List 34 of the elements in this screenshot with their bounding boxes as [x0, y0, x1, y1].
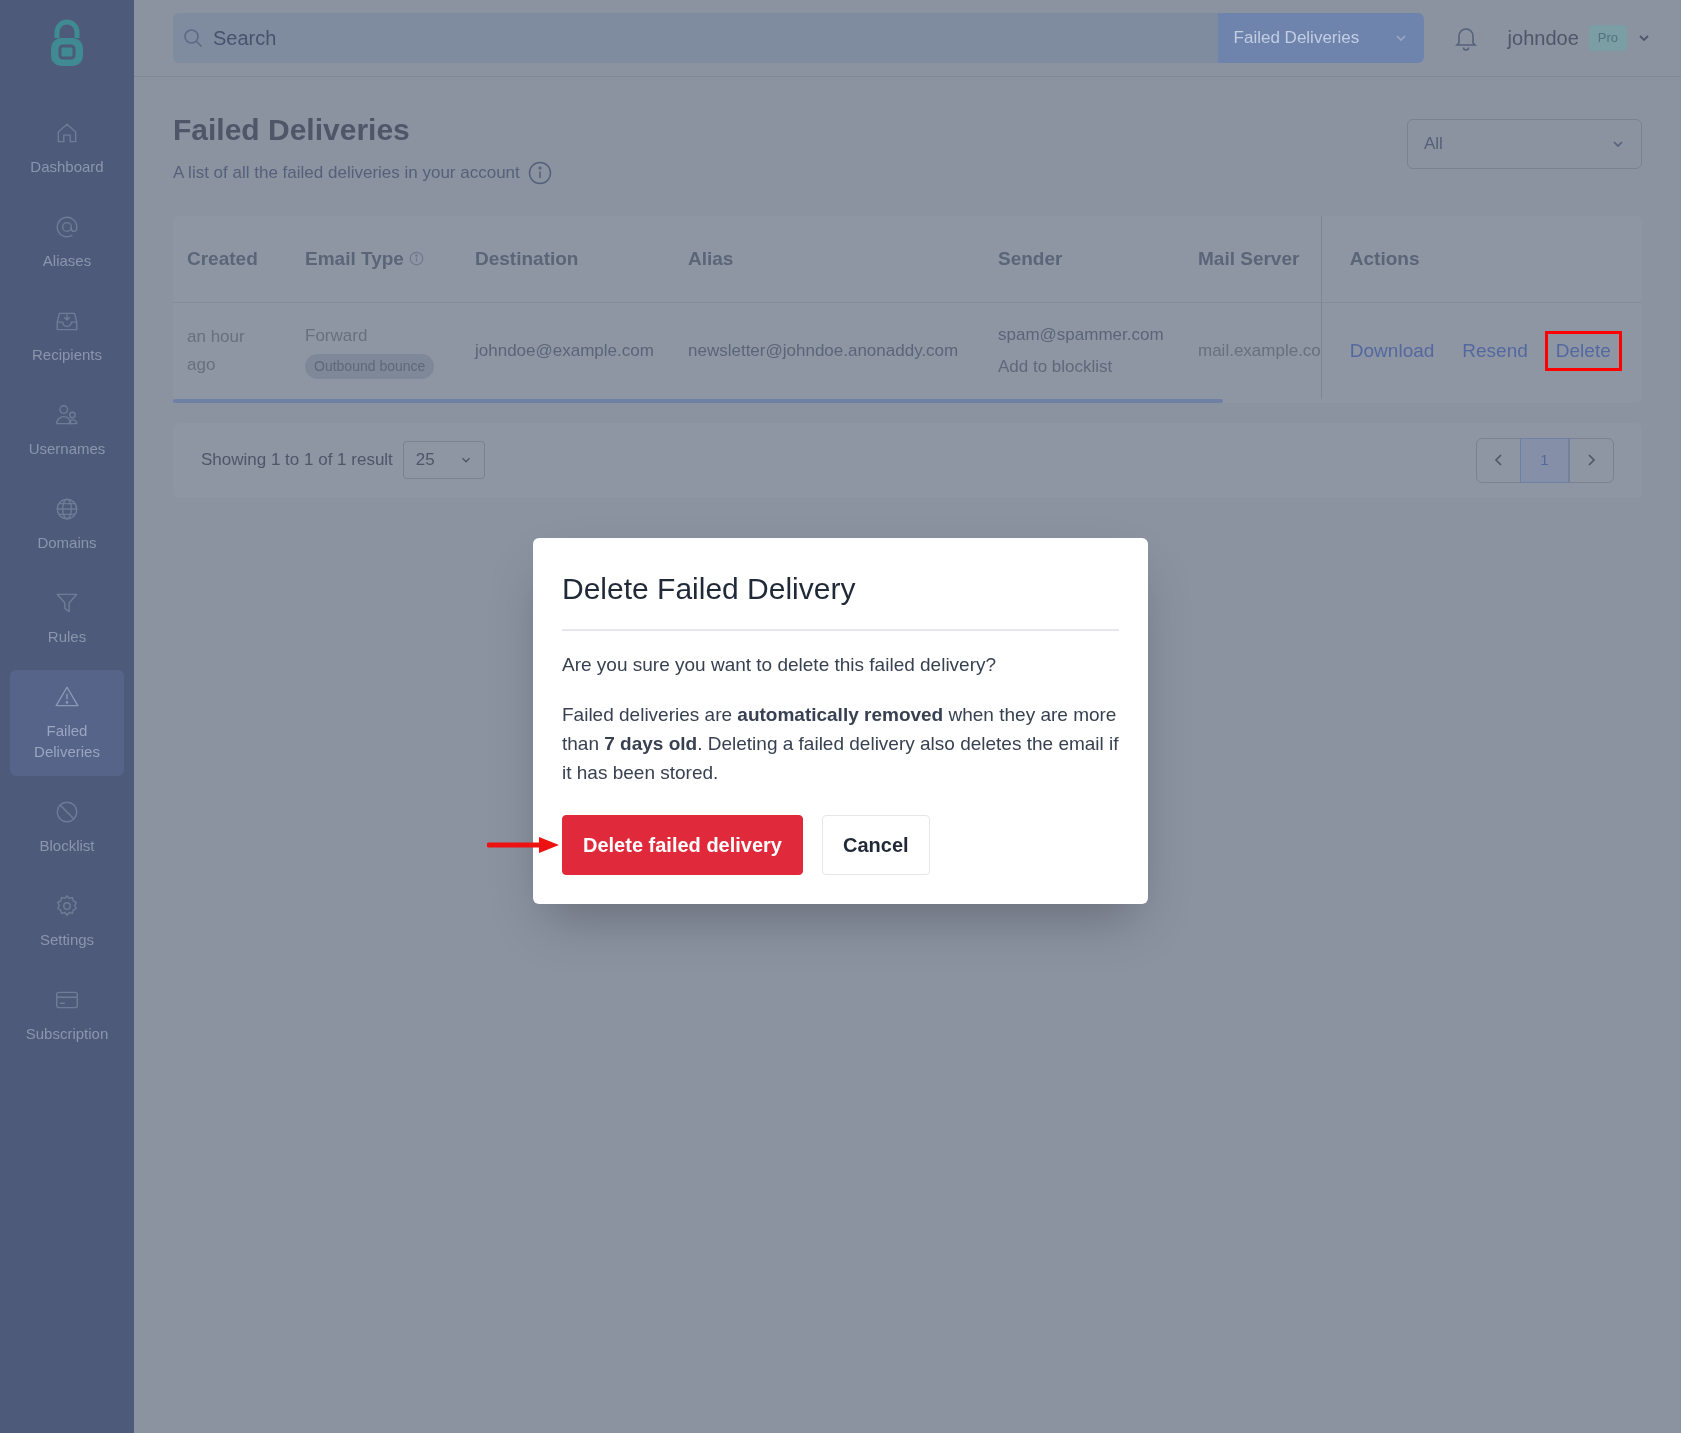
scope-dropdown[interactable]: Failed Deliveries	[1217, 13, 1424, 63]
prohibited-icon	[54, 799, 80, 825]
scrollbar[interactable]	[173, 398, 1223, 403]
cancel-button[interactable]: Cancel	[822, 814, 930, 875]
at-sign-icon	[54, 214, 80, 240]
page-title: Failed Deliveries	[173, 112, 411, 148]
action-link[interactable]: Resend	[1454, 333, 1536, 368]
action-link[interactable]: Delete	[1547, 333, 1619, 368]
bell-icon[interactable]	[1453, 25, 1478, 51]
result-summary: Showing 1 to 1 of 1 result	[201, 449, 393, 472]
username[interactable]: johndoe	[1507, 23, 1579, 53]
globe-icon	[54, 496, 80, 522]
search-field[interactable]: Search	[173, 13, 1218, 63]
modal-question: Are you sure you want to delete this failed delivery?	[562, 653, 998, 677]
sidebar-item[interactable]: Usernames	[10, 388, 124, 473]
modal-title: Delete Failed Delivery	[562, 566, 1119, 631]
per-page-select[interactable]: 25	[402, 441, 485, 479]
modal-note: Failed deliveries are automatically removed when they are more than 7 days old. Deleting a failed delivery also deletes the email if it has been stored.	[562, 702, 1119, 785]
sidebar-item[interactable]: Recipients	[10, 294, 124, 379]
sidebar-item[interactable]: Subscription	[10, 973, 124, 1058]
search-icon	[183, 28, 203, 48]
sidebar-item[interactable]: Aliases	[10, 200, 124, 285]
sidebar-item[interactable]: Rules	[10, 576, 124, 661]
sidebar-item[interactable]: Dashboard	[10, 106, 124, 191]
info-icon[interactable]	[409, 250, 425, 266]
settings-icon	[54, 893, 80, 919]
info-icon[interactable]	[527, 160, 552, 185]
sidebar-item[interactable]: Failed Deliveries	[10, 670, 124, 776]
delete-button[interactable]: Delete failed delivery	[562, 814, 803, 875]
sidebar-item[interactable]: Domains	[10, 482, 124, 567]
sidebar-item[interactable]: Settings	[10, 879, 124, 964]
sidebar-item[interactable]: Blocklist	[10, 785, 124, 870]
action-link[interactable]: Download	[1341, 333, 1443, 368]
search-input[interactable]: Search	[213, 23, 1208, 53]
